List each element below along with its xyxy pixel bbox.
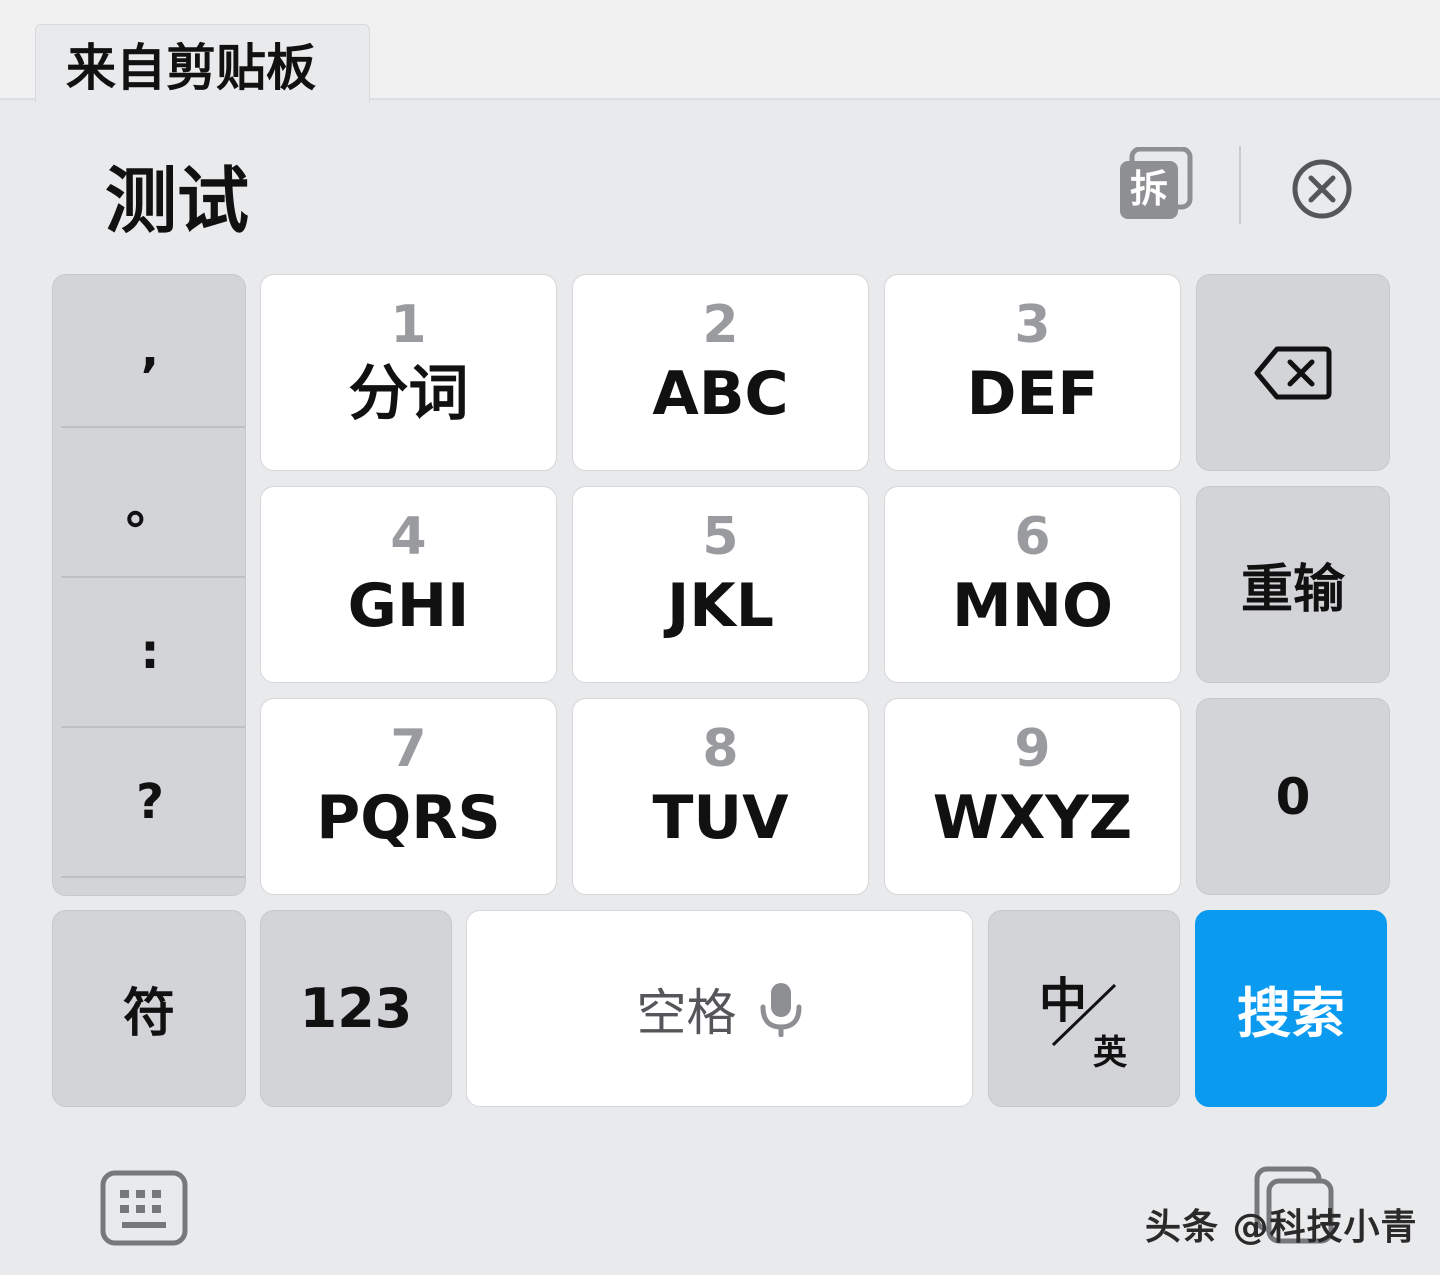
key-number: 5 [702,507,739,567]
key-letters: PQRS [316,783,501,853]
key-2[interactable]: 2 ABC [572,274,869,471]
key-number: 9 [1014,719,1051,779]
lang-en-label: 英 [1093,1033,1127,1073]
split-icon[interactable]: 拆 [1118,147,1194,223]
key-letters: ABC [652,359,789,429]
space-content: 空格 [467,911,972,1106]
key-number: 7 [390,719,427,779]
key-number: 6 [1014,507,1051,567]
key-5[interactable]: 5 JKL [572,486,869,683]
backspace-key[interactable] [1196,274,1390,471]
close-icon[interactable] [1290,157,1354,221]
punct-divider [61,876,245,878]
language-toggle-key[interactable]: 中 英 [988,910,1180,1107]
search-button[interactable]: 搜索 [1195,910,1387,1107]
backspace-icon [1254,346,1332,400]
space-key[interactable]: 空格 [466,910,973,1107]
space-label: 空格 [636,983,737,1042]
symbols-key[interactable]: 符 [52,910,246,1107]
clipboard-tab-label: 来自剪贴板 [66,38,316,97]
watermark: 头条 @科技小青 [1145,1207,1418,1248]
punctuation-column: , 。 : ? [52,274,246,896]
key-number: 2 [702,295,739,355]
clipboard-tab[interactable]: 来自剪贴板 [35,24,370,102]
microphone-icon [760,982,801,1037]
numbers-key[interactable]: 123 [260,910,452,1107]
zero-key[interactable]: 0 [1196,698,1390,895]
key-letters: JKL [666,571,775,641]
key-8[interactable]: 8 TUV [572,698,869,895]
key-number: 8 [702,719,739,779]
key-number: 1 [390,295,427,355]
key-letters: DEF [966,359,1099,429]
key-letters: MNO [952,571,1113,641]
key-4[interactable]: 4 GHI [260,486,557,683]
key-1[interactable]: 1 分词 [260,274,557,471]
candidate-divider [1239,146,1241,224]
reinput-label: 重输 [1240,560,1345,620]
search-label: 搜索 [1237,982,1345,1045]
key-7[interactable]: 7 PQRS [260,698,557,895]
keyboard-icon[interactable] [100,1170,188,1246]
key-3[interactable]: 3 DEF [884,274,1181,471]
zero-label: 0 [1275,767,1311,826]
split-glyph: 拆 [1130,167,1168,211]
punct-period[interactable]: 。 [53,427,245,577]
punct-comma[interactable]: , [53,275,245,425]
key-letters: WXYZ [932,783,1133,853]
key-9[interactable]: 9 WXYZ [884,698,1181,895]
key-letters: TUV [652,783,789,853]
punct-question[interactable]: ? [53,727,245,877]
numbers-label: 123 [299,977,413,1040]
key-number: 4 [390,507,427,567]
key-number: 3 [1014,295,1051,355]
key-letters: 分词 [348,359,469,429]
candidate-word[interactable]: 测试 [105,142,249,247]
reinput-key[interactable]: 重输 [1196,486,1390,683]
key-letters: GHI [347,571,470,641]
key-6[interactable]: 6 MNO [884,486,1181,683]
punct-colon[interactable]: : [53,577,245,727]
symbols-label: 符 [122,984,175,1044]
